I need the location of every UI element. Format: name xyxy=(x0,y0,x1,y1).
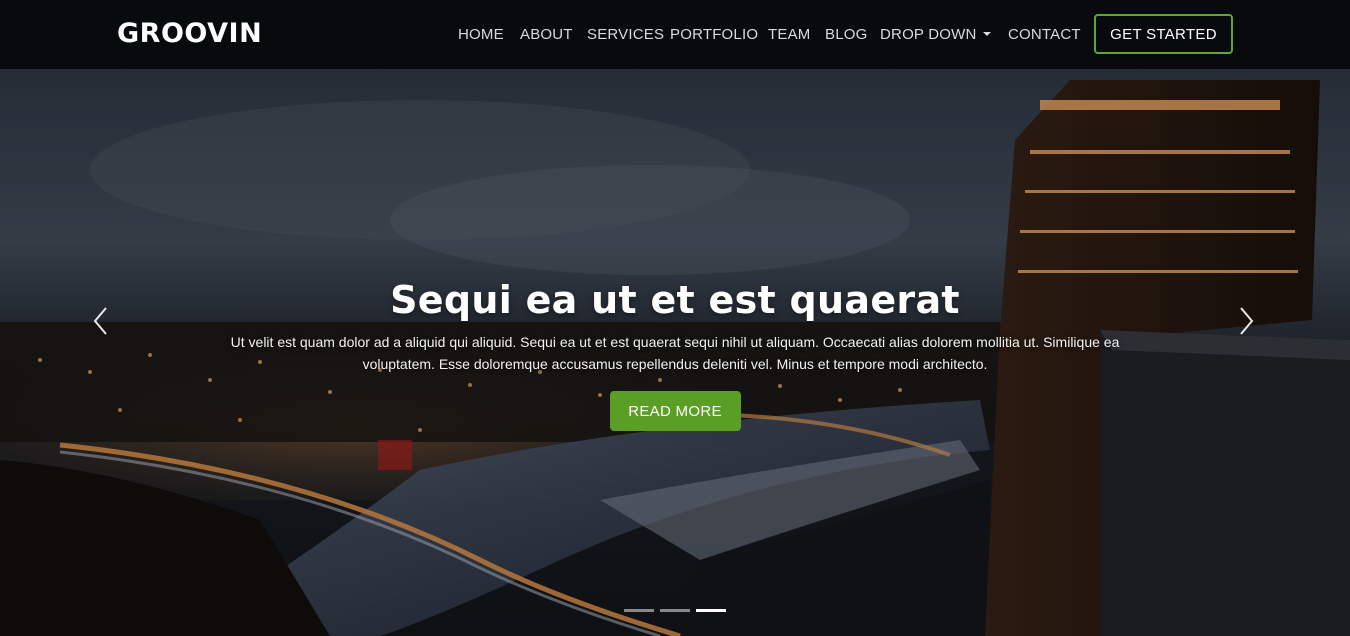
site-header: GROOVIN HOME ABOUT SERVICES PORTFOLIO TE… xyxy=(0,0,1350,69)
read-more-button[interactable]: READ MORE xyxy=(609,391,741,431)
slide-description: Ut velit est quam dolor ad a aliquid qui… xyxy=(230,334,1120,372)
carousel-caption: Sequi ea ut et est quaerat Ut velit est … xyxy=(0,276,1350,431)
caret-down-icon xyxy=(982,32,991,36)
chevron-right-icon xyxy=(1240,307,1254,335)
nav-item-dropdown-label: DROP DOWN xyxy=(880,26,977,43)
carousel-prev-button[interactable] xyxy=(88,305,118,337)
carousel-indicator-3[interactable] xyxy=(696,609,726,612)
nav-item-contact[interactable]: CONTACT xyxy=(1008,24,1081,46)
nav-item-blog[interactable]: BLOG xyxy=(825,24,867,46)
carousel-next-button[interactable] xyxy=(1233,305,1263,337)
carousel-indicator-1[interactable] xyxy=(624,609,654,612)
nav-item-portfolio[interactable]: PORTFOLIO xyxy=(670,24,758,46)
carousel-indicator-2[interactable] xyxy=(660,609,690,612)
nav-item-home[interactable]: HOME xyxy=(458,24,504,46)
slide-title: Sequi ea ut et est quaerat xyxy=(390,278,960,322)
nav-item-team[interactable]: TEAM xyxy=(768,24,810,46)
site-logo[interactable]: GROOVIN xyxy=(117,17,262,51)
nav-item-about[interactable]: ABOUT xyxy=(520,24,573,46)
get-started-button[interactable]: GET STARTED xyxy=(1094,14,1233,54)
nav-item-services[interactable]: SERVICES xyxy=(587,24,664,46)
chevron-left-icon xyxy=(93,307,107,335)
nav-item-dropdown[interactable]: DROP DOWN xyxy=(880,24,991,46)
